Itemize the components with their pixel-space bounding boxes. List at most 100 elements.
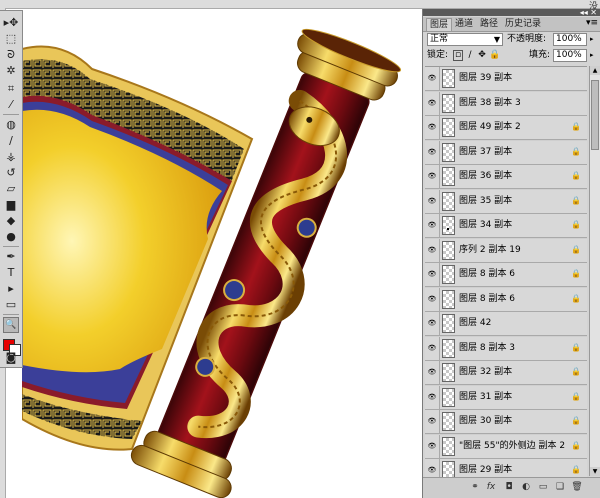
shape-tool-icon[interactable]: ▭	[3, 297, 19, 313]
layer-name[interactable]: 图层 8 副本 3	[459, 342, 515, 354]
layer-thumbnail[interactable]	[442, 240, 455, 260]
path-selection-tool-icon[interactable]: ▸	[3, 281, 19, 297]
layer-name[interactable]: 图层 42	[459, 317, 491, 329]
layer-thumbnail[interactable]	[442, 265, 455, 284]
eye-icon[interactable]: 👁	[427, 367, 437, 377]
fx-icon[interactable]: fx	[485, 481, 497, 493]
brush-tool-icon[interactable]: ∕	[3, 133, 19, 149]
opacity-input[interactable]: 100%	[553, 33, 587, 46]
layer-name[interactable]: 图层 8 副本 6	[459, 293, 515, 305]
layer-name[interactable]: 图层 32 副本	[459, 366, 512, 378]
eye-icon[interactable]: 👁	[427, 294, 437, 304]
tab-layers[interactable]: 图层	[426, 18, 453, 31]
layer-thumbnail[interactable]	[442, 387, 455, 407]
layer-row[interactable]: 👁 图层 35 副本 🔒	[425, 189, 587, 214]
lasso-tool-icon[interactable]: ᘐ	[3, 47, 19, 63]
layer-row[interactable]: 👁 图层 37 副本 🔒	[425, 140, 587, 165]
zoom-tool-icon[interactable]: 🔍	[3, 317, 19, 333]
add-mask-icon[interactable]: ◘	[503, 481, 515, 493]
panel-menu-icon[interactable]: ▾≡	[586, 18, 598, 28]
eye-icon[interactable]: 👁	[427, 220, 437, 230]
layer-row[interactable]: 👁 图层 36 副本 🔒	[425, 165, 587, 189]
eye-icon[interactable]: 👁	[427, 245, 437, 255]
layer-row[interactable]: 👁 图层 32 副本 🔒	[425, 361, 587, 385]
layers-scrollbar[interactable]: ▲ ▼	[589, 66, 600, 476]
layer-name[interactable]: 图层 37 副本	[459, 146, 512, 158]
layer-thumbnail[interactable]	[442, 289, 455, 309]
eye-icon[interactable]: 👁	[427, 318, 437, 328]
layer-thumbnail[interactable]	[442, 363, 455, 382]
layer-thumbnail[interactable]	[442, 216, 455, 235]
blur-tool-icon[interactable]: ◆	[3, 213, 19, 229]
layer-name[interactable]: 图层 36 副本	[459, 170, 512, 182]
magic-wand-tool-icon[interactable]: ✲	[3, 63, 19, 79]
pen-tool-icon[interactable]: ✒	[3, 249, 19, 265]
layer-row[interactable]: 👁 图层 30 副本 🔒	[425, 410, 587, 434]
layer-row[interactable]: 👁 图层 31 副本 🔒	[425, 385, 587, 410]
adjustment-layer-icon[interactable]: ◐	[520, 481, 532, 493]
eye-icon[interactable]: 👁	[427, 465, 437, 475]
layer-row[interactable]: 👁 序列 2 副本 19 🔒	[425, 238, 587, 263]
lock-pixels-icon[interactable]: ∕	[465, 49, 475, 61]
new-group-icon[interactable]: ▭	[537, 481, 549, 493]
eyedropper-tool-icon[interactable]: ⁄	[3, 97, 19, 113]
layer-name[interactable]: "图层 55"的外侧边 副本 2	[459, 440, 565, 452]
eye-icon[interactable]: 👁	[427, 147, 437, 157]
eye-icon[interactable]: 👁	[427, 171, 437, 181]
layer-name[interactable]: 图层 29 副本	[459, 464, 512, 476]
layer-row[interactable]: 👁 图层 8 副本 3 🔒	[425, 336, 587, 361]
link-layers-icon[interactable]: ⚭	[469, 481, 481, 493]
layer-name[interactable]: 序列 2 副本 19	[459, 244, 521, 256]
layer-row[interactable]: 👁 图层 42	[425, 312, 587, 336]
layer-row[interactable]: 👁 "图层 55"的外侧边 副本 2 🔒	[425, 434, 587, 459]
scroll-down-arrow-icon[interactable]: ▼	[590, 467, 600, 476]
eraser-tool-icon[interactable]: ▱	[3, 181, 19, 197]
layer-row[interactable]: 👁 图层 8 副本 6 🔒	[425, 263, 587, 287]
layer-thumbnail[interactable]	[442, 167, 455, 186]
lock-all-icon[interactable]: 🔒	[489, 49, 500, 61]
layer-name[interactable]: 图层 31 副本	[459, 391, 512, 403]
type-tool-icon[interactable]: T	[3, 265, 19, 281]
healing-brush-tool-icon[interactable]: ◍	[3, 117, 19, 133]
lock-transparent-icon[interactable]: ▫	[453, 50, 463, 61]
layer-row[interactable]: 👁 图层 34 副本 🔒	[425, 214, 587, 238]
layer-thumbnail[interactable]	[442, 142, 455, 162]
layer-thumbnail[interactable]	[442, 314, 455, 333]
history-brush-tool-icon[interactable]: ↺	[3, 165, 19, 181]
clone-stamp-tool-icon[interactable]: ⚶	[3, 149, 19, 165]
layer-name[interactable]: 图层 35 副本	[459, 195, 512, 207]
move-tool-icon[interactable]: ▸✥	[3, 15, 19, 31]
eye-icon[interactable]: 👁	[427, 269, 437, 279]
scroll-up-arrow-icon[interactable]: ▲	[590, 66, 600, 75]
tab-paths[interactable]: 路径	[477, 18, 501, 31]
layer-thumbnail[interactable]	[442, 412, 455, 431]
layer-name[interactable]: 图层 8 副本 6	[459, 268, 515, 280]
quick-mask-icon[interactable]: ◙	[3, 350, 19, 366]
layer-thumbnail[interactable]	[442, 93, 455, 113]
layer-row[interactable]: 👁 图层 38 副本 3	[425, 91, 587, 116]
tab-channels[interactable]: 通道	[452, 18, 476, 31]
eye-icon[interactable]: 👁	[427, 122, 437, 132]
layer-thumbnail[interactable]	[442, 118, 455, 137]
blend-mode-select[interactable]: 正常 ▼	[427, 33, 503, 46]
eye-icon[interactable]: 👁	[427, 73, 437, 83]
new-layer-icon[interactable]: ❑	[554, 481, 566, 493]
eye-icon[interactable]: 👁	[427, 196, 437, 206]
scroll-thumb[interactable]	[591, 80, 599, 150]
layer-thumbnail[interactable]	[442, 461, 455, 477]
layer-thumbnail[interactable]	[442, 338, 455, 358]
delete-layer-icon[interactable]: 🗑	[571, 481, 583, 493]
layer-name[interactable]: 图层 38 副本 3	[459, 97, 521, 109]
crop-tool-icon[interactable]: ⌗	[3, 81, 19, 97]
layer-name[interactable]: 图层 39 副本	[459, 72, 512, 84]
eye-icon[interactable]: 👁	[427, 98, 437, 108]
opacity-slider-arrow-icon[interactable]: ▸	[590, 33, 594, 46]
gradient-tool-icon[interactable]: ▆	[3, 197, 19, 213]
tab-history[interactable]: 历史记录	[502, 18, 544, 31]
eye-icon[interactable]: 👁	[427, 343, 437, 353]
marquee-tool-icon[interactable]: ⬚	[3, 31, 19, 47]
eye-icon[interactable]: 👁	[427, 416, 437, 426]
lock-position-icon[interactable]: ✥	[477, 49, 487, 61]
layer-name[interactable]: 图层 34 副本	[459, 219, 512, 231]
layer-thumbnail[interactable]	[442, 191, 455, 211]
